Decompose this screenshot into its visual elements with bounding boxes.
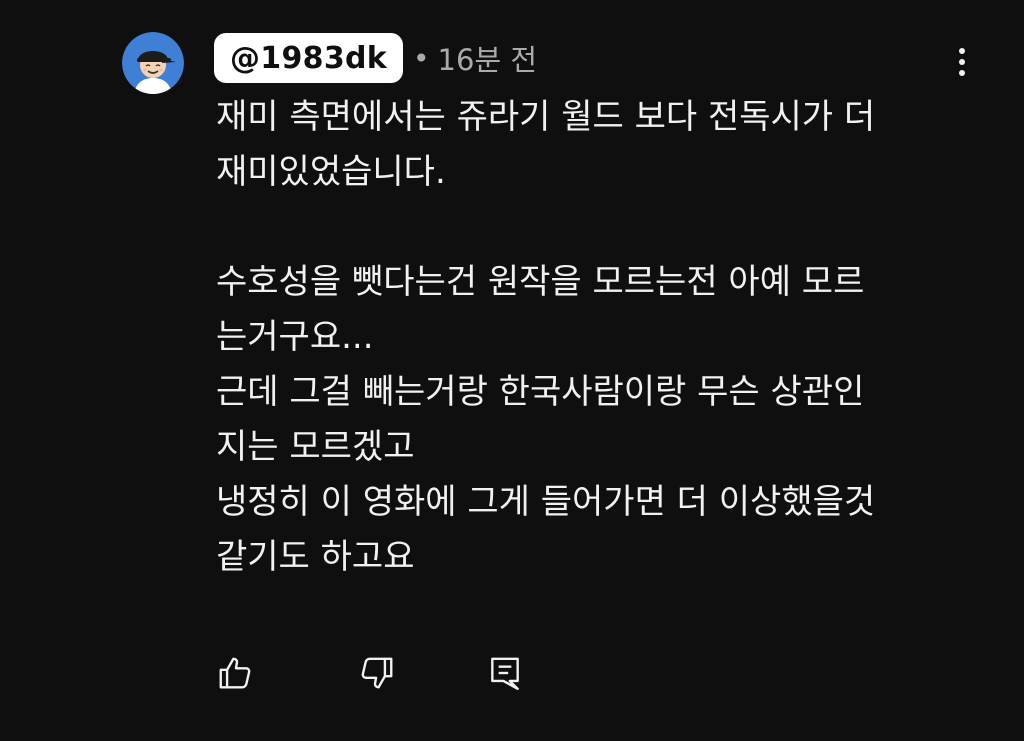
comment-line: 재미있었습니다. xyxy=(216,152,446,192)
comment-text: 재미 측면에서는 쥬라기 월드 보다 전독시가 더 재미있었습니다. 수호성을 … xyxy=(216,90,956,585)
comment-thread-item: @1983dk • 16분 전 재미 측면에서는 쥬라기 월드 보다 전독시가 … xyxy=(0,0,1024,741)
header-separator: • xyxy=(413,41,430,75)
thumbs-up-icon xyxy=(219,657,251,689)
reply-comment-icon xyxy=(491,657,519,691)
more-actions-button[interactable] xyxy=(942,40,982,84)
more-vertical-icon xyxy=(959,48,965,76)
like-button[interactable] xyxy=(210,648,260,698)
avatar[interactable] xyxy=(122,32,184,94)
comment-header: @1983dk • 16분 전 xyxy=(214,32,537,84)
comment-line: 냉정히 이 영화에 그게 들어가면 더 이상했을것 xyxy=(216,482,876,522)
comment-line: 재미 측면에서는 쥬라기 월드 보다 전독시가 더 xyxy=(216,97,876,137)
comment-line: 근데 그걸 빼는거랑 한국사람이랑 무슨 상관인 xyxy=(216,372,865,412)
avatar-icon xyxy=(122,32,184,94)
comment-line: 는거구요... xyxy=(216,317,374,357)
reply-button[interactable] xyxy=(480,648,530,698)
comment-line: 수호성을 뺏다는건 원작을 모르는전 아예 모르 xyxy=(216,262,865,302)
comment-timestamp[interactable]: 16분 전 xyxy=(438,37,537,79)
author-handle-link[interactable]: @1983dk xyxy=(214,33,404,83)
comment-line-blank xyxy=(216,200,956,255)
dislike-button[interactable] xyxy=(352,648,402,698)
thumbs-down-icon xyxy=(361,657,393,689)
comment-line: 같기도 하고요 xyxy=(216,537,415,577)
comment-line: 지는 모르겠고 xyxy=(216,427,415,467)
